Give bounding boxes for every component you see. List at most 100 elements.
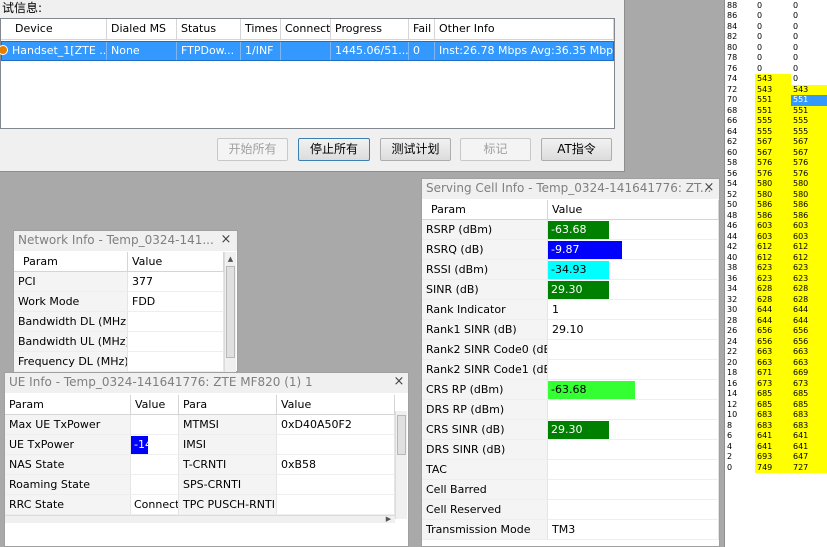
list-item: 68 551 551 bbox=[725, 105, 827, 116]
list-index: 4 bbox=[725, 441, 755, 452]
serving-value: -63.68 bbox=[548, 380, 719, 400]
col-other-info[interactable]: Other Info bbox=[435, 19, 614, 40]
col-status[interactable]: Status bbox=[177, 19, 241, 40]
ue-header-param[interactable]: Param bbox=[5, 395, 131, 415]
list-value-1: 644 bbox=[755, 315, 791, 326]
ue-header-value[interactable]: Value bbox=[131, 395, 179, 415]
list-item: 52 580 580 bbox=[725, 189, 827, 200]
serving-param: TAC bbox=[422, 460, 548, 480]
list-value-1: 663 bbox=[755, 357, 791, 368]
list-value-2: 644 bbox=[791, 315, 827, 326]
list-value-2: 685 bbox=[791, 399, 827, 410]
network-param: Bandwidth UL (MHz) bbox=[14, 332, 128, 352]
list-item: 48 586 586 bbox=[725, 210, 827, 221]
stop-all-button[interactable]: 停止所有 bbox=[298, 138, 370, 161]
list-value-2: 0 bbox=[791, 53, 827, 64]
device-row[interactable]: Handset_1[ZTE ... None FTPDow... 1/INF 1… bbox=[0, 41, 614, 61]
scroll-thumb[interactable] bbox=[226, 266, 235, 358]
list-value-1: 656 bbox=[755, 326, 791, 337]
ue-para: TPC PUSCH-RNTI bbox=[179, 495, 277, 515]
list-index: 68 bbox=[725, 105, 755, 116]
list-index: 26 bbox=[725, 326, 755, 337]
list-index: 64 bbox=[725, 126, 755, 137]
list-value-2: 0 bbox=[791, 11, 827, 22]
list-value-2: 567 bbox=[791, 147, 827, 158]
list-value-1: 580 bbox=[755, 189, 791, 200]
list-item: 58 576 576 bbox=[725, 158, 827, 169]
serving-value: 29.30 bbox=[548, 420, 719, 440]
list-index: 24 bbox=[725, 336, 755, 347]
col-times[interactable]: Times bbox=[241, 19, 281, 40]
col-progress[interactable]: Progress bbox=[331, 19, 409, 40]
serving-value bbox=[548, 460, 719, 480]
list-item: 86 0 0 bbox=[725, 11, 827, 22]
signal-bar: -63.68 bbox=[548, 381, 635, 399]
ue-value2: 0xB58 bbox=[277, 455, 395, 475]
serving-header-value[interactable]: Value bbox=[548, 200, 719, 220]
serving-param: RSRP (dBm) bbox=[422, 220, 548, 240]
ue-header-para[interactable]: Para bbox=[179, 395, 277, 415]
serving-value: 29.10 bbox=[548, 320, 719, 340]
ue-scrollbar[interactable] bbox=[395, 411, 407, 519]
scroll-right-icon[interactable]: ▶ bbox=[383, 514, 394, 524]
serving-param: CRS RP (dBm) bbox=[422, 380, 548, 400]
network-value bbox=[128, 332, 224, 352]
serving-value bbox=[548, 400, 719, 420]
list-index: 76 bbox=[725, 63, 755, 74]
col-connect[interactable]: Connect bbox=[281, 19, 331, 40]
network-header-param[interactable]: Param bbox=[14, 252, 128, 272]
network-param: Frequency DL (MHz) bbox=[14, 352, 128, 372]
serving-cell-title: Serving Cell Info - Temp_0324-141641776:… bbox=[422, 179, 719, 199]
list-value-1: 656 bbox=[755, 336, 791, 347]
list-value-1: 0 bbox=[755, 53, 791, 64]
signal-bar: -9.87 bbox=[548, 241, 622, 259]
list-value-2: 663 bbox=[791, 347, 827, 358]
list-item: 42 612 612 bbox=[725, 242, 827, 253]
ue-header-value2[interactable]: Value bbox=[277, 395, 395, 415]
close-icon[interactable]: × bbox=[393, 375, 405, 388]
serving-header-param[interactable]: Param bbox=[422, 200, 548, 220]
list-index: 40 bbox=[725, 252, 755, 263]
ue-value bbox=[131, 455, 179, 475]
ue-param: RRC State bbox=[5, 495, 131, 515]
start-all-button[interactable]: 开始所有 bbox=[217, 138, 288, 161]
list-value-1: 567 bbox=[755, 147, 791, 158]
list-value-1: 0 bbox=[755, 32, 791, 43]
ue-para: IMSI bbox=[179, 435, 277, 455]
cell-progress: 1445.06/51... bbox=[331, 42, 409, 60]
list-value-2: 656 bbox=[791, 326, 827, 337]
at-command-button[interactable]: AT指令 bbox=[541, 138, 612, 161]
scroll-thumb[interactable] bbox=[397, 415, 406, 455]
serving-param: Rank1 SINR (dB) bbox=[422, 320, 548, 340]
cell-device: Handset_1[ZTE ... bbox=[8, 42, 107, 60]
list-index: 60 bbox=[725, 147, 755, 158]
list-value-1: 603 bbox=[755, 231, 791, 242]
list-value-1: 586 bbox=[755, 200, 791, 211]
close-icon[interactable]: × bbox=[220, 233, 232, 246]
network-header-value[interactable]: Value bbox=[128, 252, 224, 272]
list-value-1: 0 bbox=[755, 21, 791, 32]
network-value bbox=[128, 352, 224, 372]
ue-hscrollbar[interactable]: ▶ bbox=[5, 515, 395, 523]
list-index: 38 bbox=[725, 263, 755, 274]
list-index: 16 bbox=[725, 378, 755, 389]
list-item: 78 0 0 bbox=[725, 53, 827, 64]
serving-cell-panel: Serving Cell Info - Temp_0324-141641776:… bbox=[421, 178, 720, 547]
mark-button[interactable]: 标记 bbox=[460, 138, 531, 161]
col-dialed-ms[interactable]: Dialed MS bbox=[107, 19, 177, 40]
list-index: 78 bbox=[725, 53, 755, 64]
test-plan-button[interactable]: 测试计划 bbox=[380, 138, 451, 161]
close-icon[interactable]: × bbox=[703, 181, 715, 194]
scroll-up-icon[interactable]: ▲ bbox=[225, 254, 236, 264]
rank-value-list: 88 0 0 86 0 0 84 0 0 82 0 0 80 0 0 78 0 0 76 0 0 74 543 0 72 543 5… bbox=[724, 0, 827, 547]
list-value-2: 543 bbox=[791, 84, 827, 95]
list-value-1: 612 bbox=[755, 242, 791, 253]
serving-param: RSSI (dBm) bbox=[422, 260, 548, 280]
col-device[interactable]: Device bbox=[1, 19, 107, 40]
list-value-2: 555 bbox=[791, 126, 827, 137]
serving-param: Cell Barred bbox=[422, 480, 548, 500]
network-scrollbar[interactable]: ▲ bbox=[224, 252, 236, 372]
list-item: 82 0 0 bbox=[725, 32, 827, 43]
col-fail[interactable]: Fail bbox=[409, 19, 435, 40]
network-param: Work Mode bbox=[14, 292, 128, 312]
